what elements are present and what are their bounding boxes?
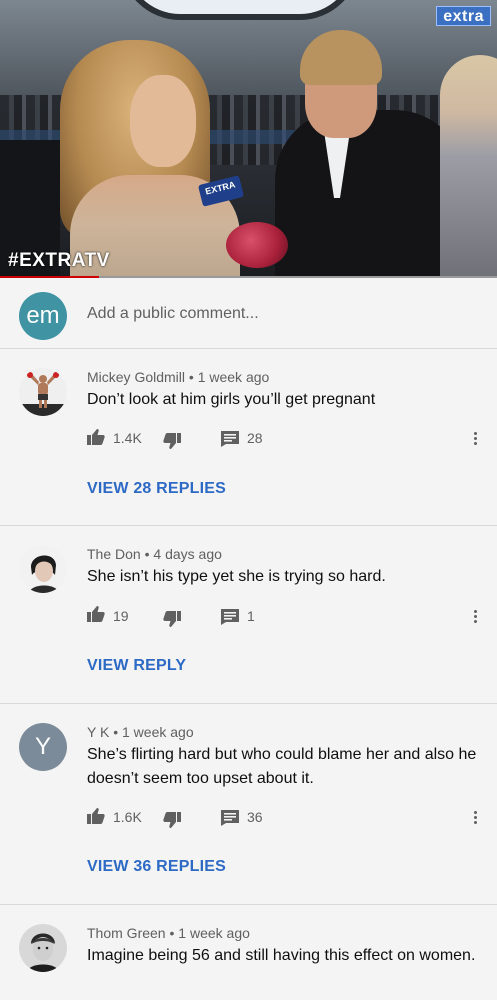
comment-author[interactable]: The Don (87, 546, 141, 562)
comment-author-line: The Don • 4 days ago (87, 546, 222, 562)
comment-time: 1 week ago (122, 724, 194, 740)
reply-icon[interactable] (221, 609, 239, 625)
comment-author-line: Mickey Goldmill • 1 week ago (87, 369, 269, 385)
comment-text: She isn’t his type yet she is trying so … (87, 568, 386, 585)
comment-time: 4 days ago (153, 546, 222, 562)
comment-divider (0, 703, 497, 704)
comment-text: Imagine being 56 and still having this e… (87, 947, 476, 964)
comment-author[interactable]: Thom Green (87, 925, 166, 941)
video-player[interactable]: EXTRA extra #EXTRATV (0, 0, 497, 278)
comment-divider (0, 525, 497, 526)
dislike-icon[interactable] (163, 433, 181, 449)
separator-dot: • (169, 925, 175, 941)
dislike-icon[interactable] (163, 812, 181, 828)
comment-avatar[interactable] (19, 924, 67, 972)
more-options-icon[interactable] (471, 809, 479, 829)
like-icon[interactable] (87, 808, 105, 824)
reply-count: 28 (247, 430, 263, 446)
comment-text: She’s flirting hard but who could blame … (87, 746, 477, 787)
view-replies-link[interactable]: VIEW 28 REPLIES (87, 480, 226, 498)
like-count: 1.4K (113, 430, 142, 446)
bystander-woman (440, 55, 497, 278)
add-comment-input[interactable]: Add a public comment... (87, 305, 259, 323)
stage-light-ring (120, 0, 360, 20)
boy-photo-avatar (19, 924, 67, 972)
comment-time: 1 week ago (178, 925, 250, 941)
comment-author-line: Thom Green • 1 week ago (87, 925, 250, 941)
boxer-photo-avatar (19, 368, 67, 416)
reply-icon[interactable] (221, 810, 239, 826)
separator-dot: • (188, 369, 194, 385)
comment-time: 1 week ago (197, 369, 270, 385)
dislike-icon[interactable] (163, 611, 181, 627)
reply-count: 36 (247, 809, 263, 825)
comment-avatar[interactable] (19, 545, 67, 593)
bouquet (226, 222, 288, 268)
comment-author-line: Y K • 1 week ago (87, 724, 194, 740)
more-options-icon[interactable] (471, 608, 479, 628)
comment-avatar[interactable]: Y (19, 723, 67, 771)
separator-dot: • (113, 724, 119, 740)
interviewee-hair (300, 30, 382, 85)
reply-icon[interactable] (221, 431, 239, 447)
video-hashtag: #EXTRATV (8, 250, 110, 271)
view-replies-link[interactable]: VIEW REPLY (87, 657, 186, 675)
interviewer-face (130, 75, 196, 167)
channel-logo: extra (436, 6, 491, 26)
comment-avatar[interactable] (19, 368, 67, 416)
separator-dot: • (144, 546, 150, 562)
comment-text: Don’t look at him girls you’ll get pregn… (87, 391, 376, 408)
reply-count: 1 (247, 608, 255, 624)
interviewee-suit (275, 110, 465, 278)
current-user-avatar: em (19, 292, 67, 340)
portrait-photo-avatar (19, 545, 67, 593)
comment-divider (0, 904, 497, 905)
like-count: 1.6K (113, 809, 142, 825)
comment-author[interactable]: Y K (87, 724, 109, 740)
like-icon[interactable] (87, 606, 105, 622)
more-options-icon[interactable] (471, 430, 479, 450)
view-replies-link[interactable]: VIEW 36 REPLIES (87, 858, 226, 876)
like-icon[interactable] (87, 429, 105, 445)
comment-author[interactable]: Mickey Goldmill (87, 369, 185, 385)
like-count: 19 (113, 608, 129, 624)
